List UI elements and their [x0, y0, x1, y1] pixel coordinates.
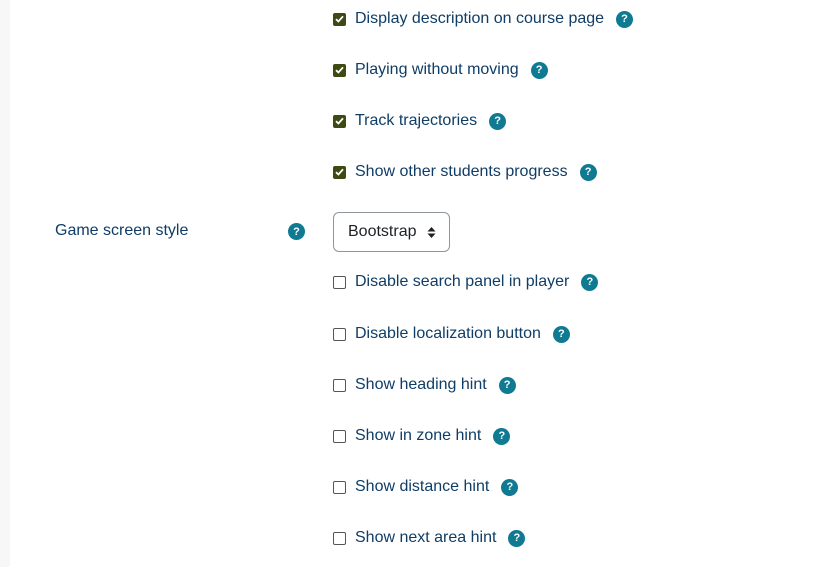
question-circle-icon[interactable]: ?: [616, 10, 634, 28]
checkbox-row-show-distance-hint[interactable]: Show distance hint ?: [333, 475, 519, 499]
checkbox-label[interactable]: Show heading hint: [355, 376, 487, 394]
game-screen-style-label: Game screen style: [55, 222, 189, 239]
question-circle-icon[interactable]: ?: [552, 325, 570, 343]
checkbox-disable-search-panel[interactable]: [333, 275, 346, 289]
checkbox-label[interactable]: Disable search panel in player: [355, 273, 569, 291]
question-circle-icon[interactable]: ?: [579, 163, 597, 181]
checkbox-row-show-next-area-hint[interactable]: Show next area hint ?: [333, 526, 526, 550]
checkbox-label[interactable]: Show in zone hint: [355, 427, 481, 445]
checkbox-row-disable-search-panel[interactable]: Disable search panel in player ?: [333, 270, 599, 294]
checkbox-label[interactable]: Show other students progress: [355, 163, 568, 181]
checkbox-show-heading-hint[interactable]: [333, 378, 346, 392]
checkbox-show-other-students-progress[interactable]: [333, 165, 346, 179]
checkmark-icon: [335, 168, 344, 176]
checkbox-row-track-trajectories[interactable]: Track trajectories ?: [333, 109, 507, 133]
question-circle-icon[interactable]: ?: [489, 112, 507, 130]
checkbox-disable-localization-button[interactable]: [333, 327, 346, 341]
checkbox-row-show-in-zone-hint[interactable]: Show in zone hint ?: [333, 424, 511, 448]
checkmark-icon: [335, 15, 344, 23]
checkbox-track-trajectories[interactable]: [333, 114, 346, 128]
checkbox-display-description[interactable]: [333, 12, 346, 26]
checkbox-label[interactable]: Track trajectories: [355, 112, 477, 130]
checkmark-icon: [335, 66, 344, 74]
settings-form: Display description on course page ? Pla…: [0, 0, 839, 567]
checkbox-row-show-heading-hint[interactable]: Show heading hint ?: [333, 373, 516, 397]
select-value: Bootstrap: [348, 223, 417, 240]
checkbox-label[interactable]: Show distance hint: [355, 478, 489, 496]
checkbox-label[interactable]: Disable localization button: [355, 325, 541, 343]
question-circle-icon[interactable]: ?: [498, 376, 516, 394]
checkbox-row-disable-localization-button[interactable]: Disable localization button ?: [333, 322, 570, 346]
sort-arrows-icon: [427, 227, 436, 238]
question-circle-icon[interactable]: ?: [508, 529, 526, 547]
question-circle-icon[interactable]: ?: [501, 478, 519, 496]
checkbox-show-distance-hint[interactable]: [333, 480, 346, 494]
checkbox-show-next-area-hint[interactable]: [333, 531, 346, 545]
checkbox-row-display-description[interactable]: Display description on course page ?: [333, 7, 634, 31]
checkmark-icon: [335, 117, 344, 125]
question-circle-icon[interactable]: ?: [288, 223, 305, 240]
checkbox-label[interactable]: Display description on course page: [355, 10, 604, 28]
checkbox-show-in-zone-hint[interactable]: [333, 429, 346, 443]
checkbox-label[interactable]: Show next area hint: [355, 529, 496, 547]
question-circle-icon[interactable]: ?: [530, 61, 548, 79]
checkbox-row-show-other-students-progress[interactable]: Show other students progress ?: [333, 160, 597, 184]
game-screen-style-select[interactable]: Bootstrap: [333, 212, 450, 252]
checkbox-row-playing-without-moving[interactable]: Playing without moving ?: [333, 58, 548, 82]
checkbox-playing-without-moving[interactable]: [333, 63, 346, 77]
question-circle-icon[interactable]: ?: [581, 273, 599, 291]
question-circle-icon[interactable]: ?: [493, 427, 511, 445]
checkbox-label[interactable]: Playing without moving: [355, 61, 519, 79]
